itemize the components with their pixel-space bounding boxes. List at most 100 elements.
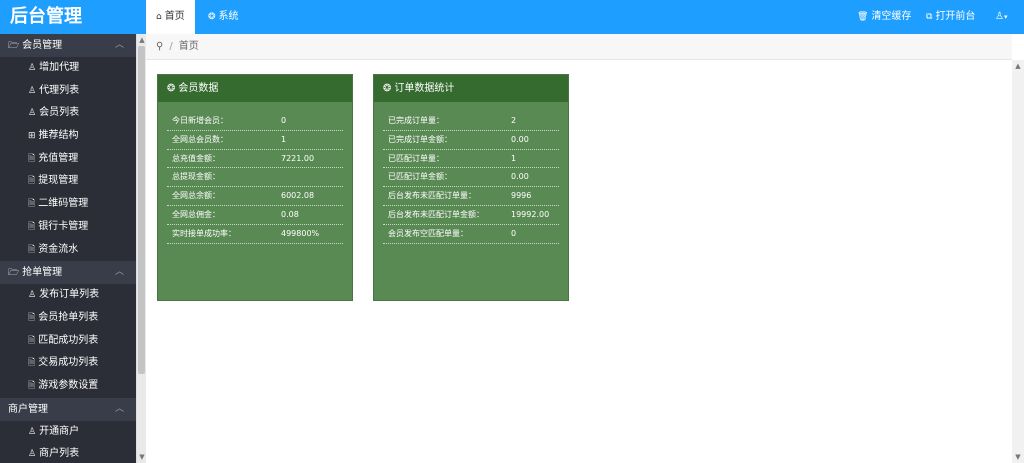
tab-system-label: 系统 [218,11,239,22]
stat-row: 实时接单成功率： 499800% [167,225,343,244]
sidebar-item-fund-flow[interactable]: 🗎 资金流水 [0,239,136,262]
sidebar-item-match-success[interactable]: 🗎 匹配成功列表 [0,330,136,353]
sidebar-item-add-agent[interactable]: ♙ 增加代理 [0,57,136,80]
sidebar-item-withdraw[interactable]: 🗎 提现管理 [0,170,136,193]
top-header: 后台管理 ⌂ 首页 ❂ 系统 🗑 清空缓存 ⧉ 打开前台 ♙▾ [0,0,1024,34]
panel-body: 已完成订单量： 2 已完成订单金额： 0.00 已匹配订单量： 1 已匹配订单金额： 0… [374,102,568,244]
order-stats-panel: ❂ 订单数据统计 已完成订单量： 2 已完成订单金额： 0.00 已匹配订单量： 1 已… [373,74,569,301]
chevron-up-icon: ︿ [114,403,124,414]
stat-value: 7221.00 [281,153,315,163]
document-icon: 🗎 [28,176,36,187]
stat-value: 0.08 [281,209,299,219]
scroll-up-icon[interactable]: ▲ [1014,62,1022,70]
sidebar: 🗁 会员管理 ︿ ♙ 增加代理 ♙ 代理列表 ♙ 会员列表 ⊞ 推荐结构 🗎 充值管理 🗎 提… [0,34,136,463]
sidebar-item-label: 推荐结构 [38,130,79,142]
sidebar-item-member-list[interactable]: ♙ 会员列表 [0,102,136,125]
gear-icon: ❂ [383,83,392,94]
stat-value: 0.00 [511,172,529,182]
open-frontend-button[interactable]: ⧉ 打开前台 [926,0,975,34]
panel-title: 订单数据统计 [394,83,455,94]
sidebar-group-merchant[interactable]: 商户管理 ︿ [0,397,136,421]
sidebar-group-label: 抢单管理 [22,267,63,279]
user-menu-button[interactable]: ♙▾ [995,0,1007,34]
user-icon: ♙ [28,426,37,437]
stat-value: 2 [511,116,517,125]
scroll-down-icon[interactable]: ▼ [138,453,146,461]
sidebar-group-merchant-items: ♙ 开通商户 ♙ 商户列表 [0,420,136,463]
external-link-icon: ⧉ [926,12,933,22]
sidebar-item-qrcode[interactable]: 🗎 二维码管理 [0,193,136,216]
sidebar-item-trade-success[interactable]: 🗎 交易成功列表 [0,352,136,375]
sidebar-item-member-grab-list[interactable]: 🗎 会员抢单列表 [0,307,136,330]
stat-row: 全网总余额： 6002.08 [167,187,343,206]
sidebar-group-order[interactable]: 🗁 抢单管理 ︿ [0,261,136,285]
stat-label: 实时接单成功率： [172,228,236,238]
stat-value: 6002.08 [281,191,315,201]
main-scrollbar[interactable]: ▲ ▼ [1012,60,1024,463]
stat-row: 后台发布未匹配订单量： 9996 [383,187,559,206]
scroll-down-icon[interactable]: ▼ [1014,453,1022,461]
stat-value: 499800% [281,228,320,238]
folder-icon: 🗁 [8,268,20,279]
stat-label: 总提现金额： [172,172,220,182]
stat-label: 已完成订单金额： [388,134,452,144]
sidebar-scroll-thumb[interactable] [138,46,145,374]
panel-body: 今日新增会员： 0 全网总会员数： 1 总充值金额： 7221.00 总提现金额： 全… [158,102,352,244]
stat-row: 已完成订单金额： 0.00 [383,131,559,150]
sidebar-item-label: 资金流水 [38,243,79,255]
location-icon: ⚲ [156,41,164,52]
document-icon: 🗎 [28,380,36,391]
sidebar-group-member-items: ♙ 增加代理 ♙ 代理列表 ♙ 会员列表 ⊞ 推荐结构 🗎 充值管理 🗎 提现管理 🗎 二维码… [0,57,136,262]
sidebar-item-recharge[interactable]: 🗎 充值管理 [0,148,136,171]
open-frontend-label: 打开前台 [935,11,976,22]
sidebar-item-referral-structure[interactable]: ⊞ 推荐结构 [0,125,136,148]
sidebar-item-label: 发布订单列表 [39,289,100,301]
document-icon: 🗎 [28,312,36,323]
gear-icon: ❂ [167,83,176,94]
tab-home[interactable]: ⌂ 首页 [146,0,195,34]
sidebar-item-agent-list[interactable]: ♙ 代理列表 [0,80,136,103]
sidebar-item-game-settings[interactable]: 🗎 游戏参数设置 [0,375,136,398]
sidebar-item-label: 增加代理 [39,62,80,73]
user-icon: ♙ [28,85,37,96]
clear-cache-button[interactable]: 🗑 清空缓存 [857,0,911,34]
tab-home-label: 首页 [164,11,185,22]
sidebar-group-label: 会员管理 [22,40,63,51]
clear-cache-label: 清空缓存 [871,11,912,22]
stat-label: 已匹配订单量： [388,153,444,163]
stat-value: 0.00 [511,134,529,144]
main-content: ⚲ / 首页 ❂ 会员数据 今日新增会员： 0 全网总会员数： 1 总充值金额： 7221.… [146,34,1024,463]
stat-row: 后台发布未匹配订单金额： 19992.00 [383,206,559,225]
sidebar-item-published-orders[interactable]: ♙ 发布订单列表 [0,284,136,307]
grid-icon: ⊞ [28,131,36,142]
sidebar-group-member[interactable]: 🗁 会员管理 ︿ [0,34,136,57]
stat-row: 已完成订单量： 2 [383,112,559,131]
sidebar-group-label: 商户管理 [8,403,48,415]
stat-label: 全网总佣金： [172,209,220,219]
stat-row: 总充值金额： 7221.00 [167,150,343,169]
stat-label: 后台发布未匹配订单金额： [388,209,484,219]
user-icon: ♙ [28,108,37,119]
scroll-up-icon[interactable]: ▲ [138,36,146,44]
panel-header: ❂ 订单数据统计 [374,75,568,102]
document-icon: 🗎 [28,335,36,346]
stat-value: 0 [281,116,287,125]
stat-label: 总充值金额： [172,153,220,163]
sidebar-item-bankcard[interactable]: 🗎 银行卡管理 [0,216,136,239]
stat-value: 1 [511,153,517,163]
stat-row: 全网总会员数： 1 [167,131,343,150]
user-icon: ♙ [995,11,1004,22]
sidebar-item-merchant-list[interactable]: ♙ 商户列表 [0,443,136,463]
panel-title: 会员数据 [178,83,219,94]
member-data-panel: ❂ 会员数据 今日新增会员： 0 全网总会员数： 1 总充值金额： 7221.00 总提… [157,74,353,301]
sidebar-item-label: 匹配成功列表 [38,334,99,346]
sidebar-item-open-merchant[interactable]: ♙ 开通商户 [0,421,136,444]
stat-row: 今日新增会员： 0 [167,112,343,131]
stat-label: 全网总余额： [172,191,220,201]
stat-row: 已匹配订单量： 1 [383,150,559,169]
tab-system[interactable]: ❂ 系统 [198,0,249,34]
stat-label: 已完成订单量： [388,116,444,125]
user-icon: ♙ [28,63,37,73]
sidebar-scrollbar[interactable]: ▲ ▼ [136,34,146,463]
breadcrumb-current[interactable]: 首页 [179,41,199,52]
